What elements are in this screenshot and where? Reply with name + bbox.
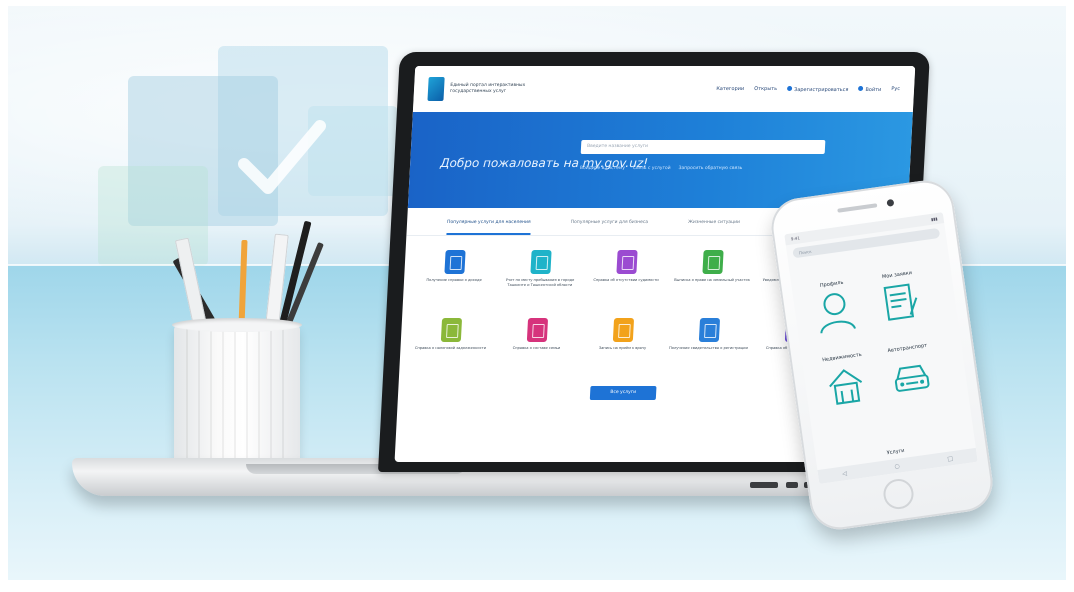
service-label: Учет по месту пребывания в городе Ташкен…: [505, 278, 575, 287]
service-label: Выписка о праве на земельный участок: [674, 278, 751, 282]
hero-links: Войдите в систему Связь с услугой Запрос…: [580, 166, 743, 171]
app-item-profile[interactable]: Профиль: [802, 277, 869, 341]
language-selector[interactable]: Рус: [891, 86, 900, 92]
hero-link[interactable]: Войдите в систему: [580, 166, 625, 171]
service-label: Справка о налоговой задолженности: [414, 346, 487, 350]
service-icon: [616, 250, 638, 274]
service-icon: [526, 318, 549, 342]
nav-login[interactable]: Войти: [858, 85, 881, 93]
app-item-vehicles[interactable]: Автотранспорт: [877, 341, 944, 405]
pencil-cup-rim: [172, 318, 302, 332]
home-icon[interactable]: ○: [894, 462, 900, 470]
service-tile[interactable]: Справка об отсутствии судимости: [586, 250, 668, 283]
nav-open[interactable]: Открыть: [754, 86, 777, 92]
service-tile[interactable]: Выписка о праве на земельный участок: [672, 250, 754, 283]
phone-speaker: [837, 203, 878, 213]
tab-popular-business[interactable]: Популярные услуги для бизнеса: [570, 220, 649, 235]
service-tile[interactable]: Запись на приём к врачу: [582, 318, 664, 351]
service-label: Справка об отсутствии судимости: [593, 278, 659, 282]
app-item-applications[interactable]: Мои заявки: [867, 268, 934, 332]
service-tile[interactable]: Справка о составе семьи: [496, 318, 578, 351]
pencil-cup: [174, 324, 300, 476]
service-icon: [698, 318, 721, 342]
nav-categories[interactable]: Категории: [716, 86, 744, 92]
laptop-port: [786, 482, 798, 488]
service-tile[interactable]: Получение свидетельства о регистрации: [668, 318, 750, 351]
service-icon: [530, 250, 552, 274]
phone-screen: 9:41 ▮▮▮ Поиск Профиль Мои заявки Недвиж…: [784, 212, 978, 484]
site-header: Единый портал интерактивных государствен…: [412, 66, 916, 112]
service-tile[interactable]: Учет по месту пребывания в городе Ташкен…: [500, 250, 582, 287]
site-nav: Категории Открыть Зарегистрироваться Вой…: [716, 85, 900, 93]
nav-register[interactable]: Зарегистрироваться: [787, 85, 849, 93]
service-icon: [440, 318, 463, 342]
service-tile[interactable]: Справка о налоговой задолженности: [410, 318, 492, 351]
camera-icon: [886, 198, 895, 207]
service-label: Получение свидетельства о регистрации: [668, 346, 749, 350]
portal-name: Единый портал интерактивных государствен…: [449, 83, 526, 94]
house-icon: [829, 369, 863, 405]
service-search-input[interactable]: Введите название услуги: [580, 140, 826, 154]
menu-icon[interactable]: □: [947, 455, 954, 463]
service-icon: [612, 318, 635, 342]
service-icon: [444, 250, 466, 274]
login-icon: [858, 85, 864, 91]
service-label: Получение справки о доходе: [426, 278, 482, 282]
status-time: 9:41: [790, 235, 801, 242]
laptop-port: [750, 482, 778, 488]
all-services-button[interactable]: Все услуги: [589, 386, 657, 400]
document-icon: [883, 283, 918, 321]
app-grid: Профиль Мои заявки Недвижимость Автотран…: [788, 241, 971, 442]
tab-life-situations[interactable]: Жизненные ситуации: [687, 220, 740, 235]
checkmark-icon: [238, 120, 326, 194]
scene: Единый портал интерактивных государствен…: [8, 6, 1066, 580]
hero-link[interactable]: Связь с услугой: [633, 166, 671, 171]
car-icon: [894, 364, 930, 392]
register-icon: [787, 85, 793, 91]
service-tile[interactable]: Получение справки о доходе: [414, 250, 496, 283]
portal-logo[interactable]: [427, 77, 445, 101]
service-label: Справка о составе семьи: [512, 346, 561, 350]
hero-link[interactable]: Запросить обратную связь: [678, 166, 742, 171]
service-label: Запись на приём к врачу: [598, 346, 647, 350]
battery-icon: ▮▮▮: [930, 215, 938, 222]
tab-popular-citizens[interactable]: Популярные услуги для населения: [446, 220, 531, 235]
app-item-realty[interactable]: Недвижимость: [812, 350, 879, 414]
back-icon[interactable]: ◁: [842, 470, 848, 478]
service-icon: [702, 250, 724, 274]
home-button[interactable]: [881, 477, 916, 511]
user-icon: [820, 293, 857, 334]
